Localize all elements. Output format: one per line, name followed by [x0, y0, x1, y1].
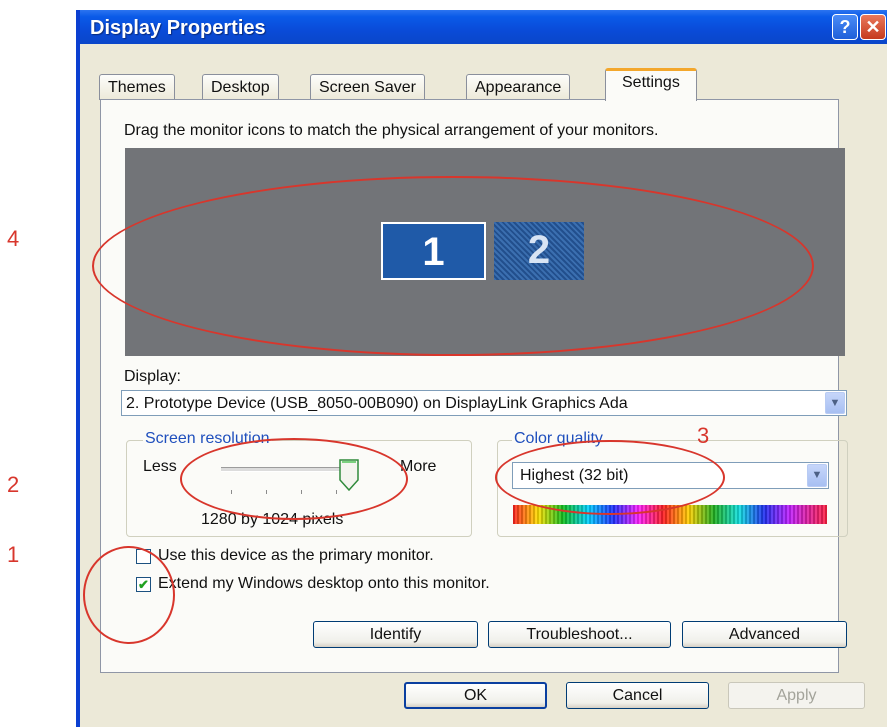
help-icon[interactable]: ? [832, 14, 858, 40]
color-quality-value: Highest (32 bit) [520, 467, 629, 484]
color-quality-select[interactable]: Highest (32 bit) ▼ [512, 462, 829, 489]
window-title: Display Properties [90, 17, 266, 39]
display-select[interactable]: 2. Prototype Device (USB_8050-00B090) on… [121, 390, 847, 416]
instructions-text: Drag the monitor icons to match the phys… [124, 122, 659, 139]
checkmark-icon: ✔ [138, 577, 149, 592]
primary-monitor-label[interactable]: Use this device as the primary monitor. [158, 547, 434, 565]
slider-tick [231, 490, 232, 494]
annotation-number-2: 2 [7, 472, 20, 497]
slider-more-label: More [400, 458, 437, 475]
cancel-button[interactable]: Cancel [566, 682, 709, 709]
apply-button[interactable]: Apply [728, 682, 865, 709]
slider-tick [301, 490, 302, 494]
chevron-down-icon[interactable]: ▼ [825, 392, 845, 414]
annotation-number-4: 4 [7, 226, 20, 251]
extend-desktop-checkbox[interactable]: ✔ [136, 577, 151, 592]
chevron-down-icon[interactable]: ▼ [807, 464, 827, 487]
annotation-number-3: 3 [697, 423, 710, 448]
tab-appearance[interactable]: Appearance [466, 74, 571, 100]
tab-settings[interactable]: Settings [605, 68, 697, 101]
slider-tick [336, 490, 337, 494]
title-bar[interactable]: Display Properties ? ✕ [80, 10, 887, 44]
primary-monitor-checkbox[interactable] [136, 549, 151, 564]
close-icon[interactable]: ✕ [860, 14, 886, 40]
troubleshoot-button[interactable]: Troubleshoot... [488, 621, 671, 648]
screen-resolution-legend: Screen resolution [143, 430, 272, 448]
tab-desktop[interactable]: Desktop [202, 74, 279, 100]
display-select-value: 2. Prototype Device (USB_8050-00B090) on… [126, 395, 628, 412]
identify-button[interactable]: Identify [313, 621, 478, 648]
display-properties-window: Display Properties ? ✕ Themes Desktop Sc… [76, 10, 887, 727]
ok-button[interactable]: OK [404, 682, 547, 709]
annotation-number-1: 1 [7, 542, 20, 567]
monitor-2-icon[interactable]: 2 [494, 222, 584, 280]
advanced-button[interactable]: Advanced [682, 621, 847, 648]
color-quality-legend: Color quality [512, 430, 605, 448]
resolution-slider-track[interactable] [221, 467, 349, 472]
display-label: Display: [124, 368, 181, 385]
resolution-value-text: 1280 by 1024 pixels [201, 511, 344, 528]
tab-screen-saver[interactable]: Screen Saver [310, 74, 425, 100]
monitor-1-icon[interactable]: 1 [381, 222, 486, 280]
extend-desktop-label[interactable]: Extend my Windows desktop onto this moni… [158, 575, 490, 593]
color-spectrum-bar [513, 505, 827, 524]
slider-less-label: Less [143, 458, 177, 475]
resolution-slider-thumb[interactable] [339, 459, 359, 491]
slider-tick [266, 490, 267, 494]
tab-themes[interactable]: Themes [99, 74, 175, 100]
